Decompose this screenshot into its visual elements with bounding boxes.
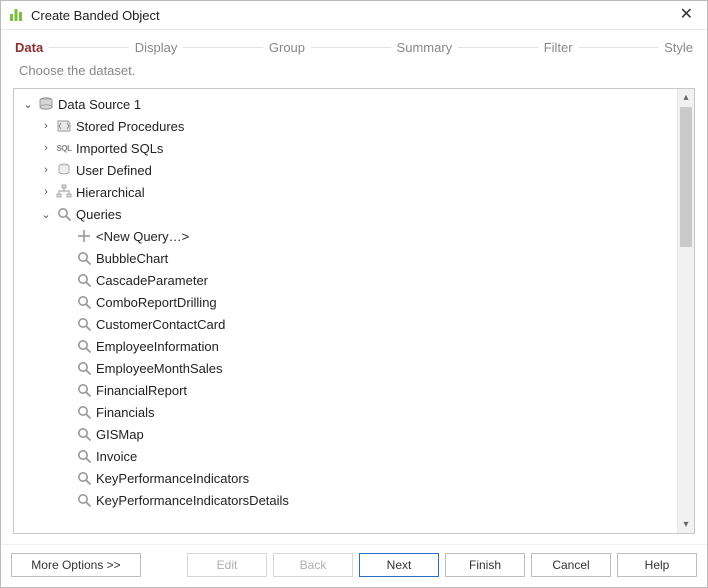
query-icon bbox=[76, 404, 92, 420]
tree-node-hierarchical[interactable]: › Hierarchical bbox=[18, 181, 677, 203]
step-subtitle: Choose the dataset. bbox=[1, 59, 707, 88]
plus-icon bbox=[76, 228, 92, 244]
tree-node-query-item[interactable]: ·KeyPerformanceIndicatorsDetails bbox=[18, 489, 677, 511]
expander-icon[interactable]: ⌄ bbox=[22, 98, 34, 111]
finish-button[interactable]: Finish bbox=[445, 553, 525, 577]
query-icon bbox=[76, 272, 92, 288]
expander-icon[interactable]: ⌄ bbox=[40, 208, 52, 221]
tree-label: User Defined bbox=[76, 163, 152, 178]
step-display[interactable]: Display bbox=[135, 40, 178, 55]
query-icon bbox=[76, 382, 92, 398]
tree-node-query-item[interactable]: ·GISMap bbox=[18, 423, 677, 445]
hierarchical-icon bbox=[56, 184, 72, 200]
tree-node-new-query[interactable]: · <New Query…> bbox=[18, 225, 677, 247]
tree-label: Stored Procedures bbox=[76, 119, 184, 134]
tree-label: KeyPerformanceIndicatorsDetails bbox=[96, 493, 289, 508]
tree-label: CascadeParameter bbox=[96, 273, 208, 288]
step-separator bbox=[579, 47, 659, 48]
stored-proc-icon bbox=[56, 118, 72, 134]
tree-label: Hierarchical bbox=[76, 185, 145, 200]
dialog-window: Create Banded Object ✕ Data Display Grou… bbox=[0, 0, 708, 588]
cancel-button[interactable]: Cancel bbox=[531, 553, 611, 577]
query-icon bbox=[76, 250, 92, 266]
edit-button: Edit bbox=[187, 553, 267, 577]
tree-node-query-item[interactable]: ·KeyPerformanceIndicators bbox=[18, 467, 677, 489]
tree-node-query-item[interactable]: ·Invoice bbox=[18, 445, 677, 467]
sql-icon: SQL bbox=[56, 140, 72, 156]
tree-label: ComboReportDrilling bbox=[96, 295, 217, 310]
button-bar: More Options >> Edit Back Next Finish Ca… bbox=[1, 544, 707, 587]
expander-icon[interactable]: › bbox=[40, 142, 52, 154]
scroll-up-icon[interactable]: ▴ bbox=[678, 89, 694, 106]
tree-label: CustomerContactCard bbox=[96, 317, 225, 332]
tree-node-user-defined[interactable]: › User Defined bbox=[18, 159, 677, 181]
close-button[interactable]: ✕ bbox=[676, 7, 697, 23]
tree-label: EmployeeInformation bbox=[96, 339, 219, 354]
tree-node-query-item[interactable]: ·FinancialReport bbox=[18, 379, 677, 401]
tree-node-query-item[interactable]: ·Financials bbox=[18, 401, 677, 423]
step-separator bbox=[311, 47, 391, 48]
scroll-thumb[interactable] bbox=[680, 107, 692, 247]
query-icon bbox=[76, 426, 92, 442]
scroll-down-icon[interactable]: ▾ bbox=[678, 516, 694, 533]
step-summary[interactable]: Summary bbox=[397, 40, 453, 55]
query-icon bbox=[76, 448, 92, 464]
tree-node-query-item[interactable]: ·ComboReportDrilling bbox=[18, 291, 677, 313]
help-button[interactable]: Help bbox=[617, 553, 697, 577]
tree-node-query-item[interactable]: ·EmployeeInformation bbox=[18, 335, 677, 357]
tree-node-query-item[interactable]: ·BubbleChart bbox=[18, 247, 677, 269]
tree-label: KeyPerformanceIndicators bbox=[96, 471, 249, 486]
tree-node-stored-procedures[interactable]: › Stored Procedures bbox=[18, 115, 677, 137]
dataset-tree-panel: ⌄ Data Source 1 › Stored Procedures › SQ… bbox=[13, 88, 695, 534]
query-icon bbox=[76, 470, 92, 486]
tree-node-datasource[interactable]: ⌄ Data Source 1 bbox=[18, 93, 677, 115]
query-icon bbox=[76, 294, 92, 310]
step-separator bbox=[183, 47, 263, 48]
step-filter[interactable]: Filter bbox=[544, 40, 573, 55]
back-button: Back bbox=[273, 553, 353, 577]
tree-node-query-item[interactable]: ·CascadeParameter bbox=[18, 269, 677, 291]
tree-node-queries[interactable]: ⌄ Queries bbox=[18, 203, 677, 225]
tree-label: FinancialReport bbox=[96, 383, 187, 398]
next-button[interactable]: Next bbox=[359, 553, 439, 577]
tree-label: EmployeeMonthSales bbox=[96, 361, 222, 376]
scrollbar[interactable]: ▴ ▾ bbox=[677, 89, 694, 533]
query-icon bbox=[76, 360, 92, 376]
dataset-tree[interactable]: ⌄ Data Source 1 › Stored Procedures › SQ… bbox=[14, 89, 677, 533]
tree-label: BubbleChart bbox=[96, 251, 168, 266]
more-options-button[interactable]: More Options >> bbox=[11, 553, 141, 577]
query-icon bbox=[56, 206, 72, 222]
query-icon bbox=[76, 316, 92, 332]
step-group[interactable]: Group bbox=[269, 40, 305, 55]
query-icon bbox=[76, 492, 92, 508]
tree-node-query-item[interactable]: ·CustomerContactCard bbox=[18, 313, 677, 335]
title-left: Create Banded Object bbox=[9, 7, 160, 23]
title-bar: Create Banded Object ✕ bbox=[1, 1, 707, 30]
expander-icon[interactable]: › bbox=[40, 186, 52, 198]
app-logo-icon bbox=[9, 7, 25, 23]
expander-icon[interactable]: › bbox=[40, 164, 52, 176]
step-data[interactable]: Data bbox=[15, 40, 43, 55]
tree-label: Queries bbox=[76, 207, 122, 222]
wizard-steps: Data Display Group Summary Filter Style bbox=[1, 30, 707, 59]
tree-label: <New Query…> bbox=[96, 229, 189, 244]
step-separator bbox=[458, 47, 538, 48]
tree-label: Financials bbox=[96, 405, 155, 420]
tree-label: Invoice bbox=[96, 449, 137, 464]
tree-node-imported-sqls[interactable]: › SQL Imported SQLs bbox=[18, 137, 677, 159]
tree-label: Data Source 1 bbox=[58, 97, 141, 112]
query-icon bbox=[76, 338, 92, 354]
window-title: Create Banded Object bbox=[31, 8, 160, 23]
tree-label: GISMap bbox=[96, 427, 144, 442]
database-icon bbox=[38, 96, 54, 112]
step-style[interactable]: Style bbox=[664, 40, 693, 55]
user-defined-icon bbox=[56, 162, 72, 178]
tree-node-query-item[interactable]: ·EmployeeMonthSales bbox=[18, 357, 677, 379]
step-separator bbox=[49, 47, 129, 48]
expander-icon[interactable]: › bbox=[40, 120, 52, 132]
tree-label: Imported SQLs bbox=[76, 141, 163, 156]
